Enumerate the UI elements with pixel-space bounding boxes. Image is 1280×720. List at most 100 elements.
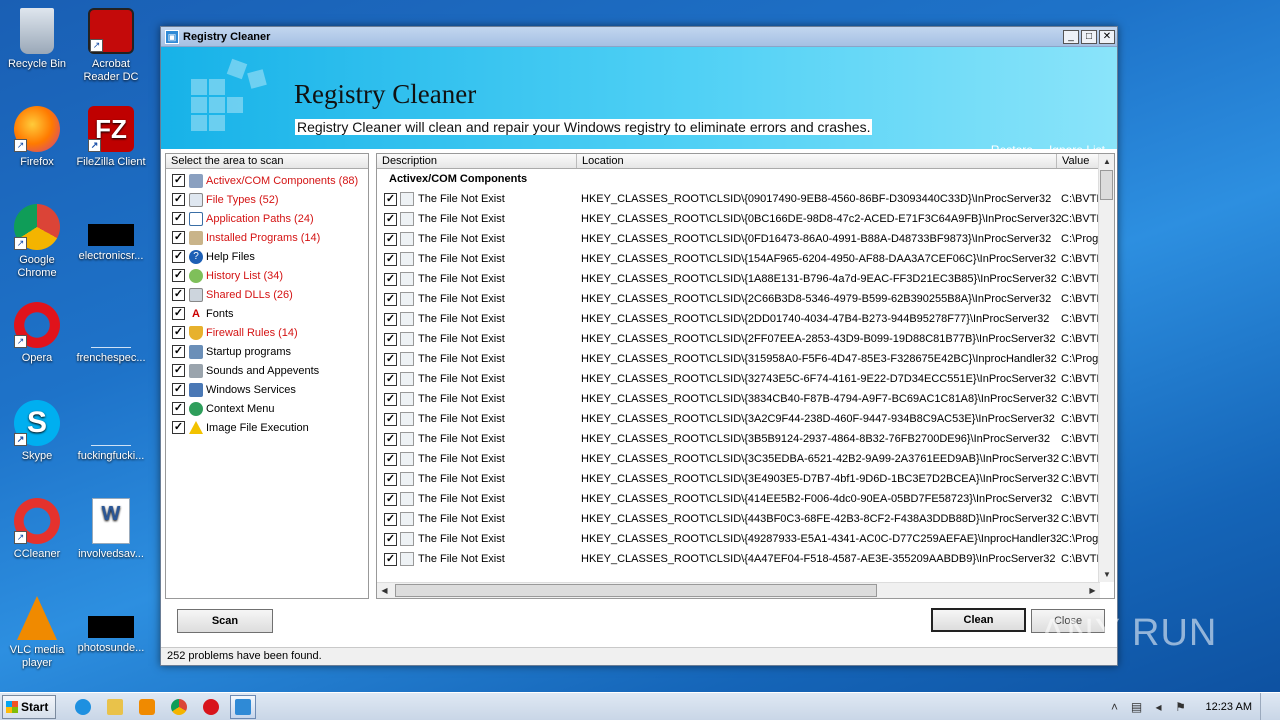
table-row[interactable]: ✓ The File Not Exist HKEY_CLASSES_ROOT\CLS…	[377, 209, 1114, 229]
table-row[interactable]: ✓ The File Not Exist HKEY_CLASSES_ROOT\CLS…	[377, 349, 1114, 369]
table-row[interactable]: ✓ The File Not Exist HKEY_CLASSES_ROOT\CLS…	[377, 309, 1114, 329]
row-checkbox[interactable]: ✓	[384, 272, 397, 286]
table-row[interactable]: ✓ The File Not Exist HKEY_CLASSES_ROOT\CLS…	[377, 449, 1114, 469]
desktop-icon-second-file[interactable]: fuckingfucki...	[74, 400, 148, 463]
table-row[interactable]: ✓ The File Not Exist HKEY_CLASSES_ROOT\CLS…	[377, 409, 1114, 429]
taskbar-explorer[interactable]	[102, 695, 128, 719]
checkbox-checked[interactable]: ✓	[172, 402, 185, 415]
scroll-right-arrow-icon[interactable]: ▶	[1085, 583, 1100, 598]
taskbar-ie[interactable]	[70, 695, 96, 719]
checkbox-checked[interactable]: ✓	[172, 174, 185, 187]
checkbox-checked[interactable]: ✓	[172, 421, 185, 434]
checkbox-checked[interactable]: ✓	[172, 326, 185, 339]
scan-area-item[interactable]: ✓ File Types (52)	[166, 190, 368, 209]
desktop-icon-electronics-file[interactable]: electronicsr...	[74, 204, 148, 263]
row-checkbox[interactable]: ✓	[384, 472, 397, 486]
table-row[interactable]: ✓ The File Not Exist HKEY_CLASSES_ROOT\CLS…	[377, 229, 1114, 249]
scroll-up-arrow-icon[interactable]: ▲	[1099, 154, 1114, 169]
table-row[interactable]: ✓ The File Not Exist HKEY_CLASSES_ROOT\CLS…	[377, 429, 1114, 449]
checkbox-checked[interactable]: ✓	[172, 307, 185, 320]
row-checkbox[interactable]: ✓	[384, 312, 397, 326]
minimize-button[interactable]: _	[1063, 29, 1079, 44]
desktop-icon-word-doc[interactable]: W involvedsav...	[74, 498, 148, 561]
row-checkbox[interactable]: ✓	[384, 252, 397, 266]
start-button[interactable]: Start	[2, 694, 56, 719]
column-header-value[interactable]: Value	[1057, 154, 1100, 168]
row-checkbox[interactable]: ✓	[384, 332, 397, 346]
scan-area-item[interactable]: ✓ A Fonts	[166, 304, 368, 323]
scan-area-item[interactable]: ✓? Help Files	[166, 247, 368, 266]
row-checkbox[interactable]: ✓	[384, 192, 397, 206]
desktop-icon-chrome[interactable]: ↗ Google Chrome	[0, 204, 74, 280]
scan-button[interactable]: Scan	[177, 609, 273, 633]
row-checkbox[interactable]: ✓	[384, 512, 397, 526]
row-checkbox[interactable]: ✓	[384, 412, 397, 426]
table-row[interactable]: ✓ The File Not Exist HKEY_CLASSES_ROOT\CLS…	[377, 469, 1114, 489]
desktop-icon-photos-file[interactable]: photosunde...	[74, 596, 148, 655]
table-row[interactable]: ✓ The File Not Exist HKEY_CLASSES_ROOT\CLS…	[377, 329, 1114, 349]
clean-button[interactable]: Clean	[931, 608, 1026, 632]
scan-area-item[interactable]: ✓ History List (34)	[166, 266, 368, 285]
table-row[interactable]: ✓ The File Not Exist HKEY_CLASSES_ROOT\CLS…	[377, 369, 1114, 389]
column-header-description[interactable]: Description	[377, 154, 577, 168]
show-desktop-button[interactable]	[1260, 693, 1270, 720]
row-checkbox[interactable]: ✓	[384, 552, 397, 566]
maximize-button[interactable]: □	[1081, 29, 1097, 44]
table-row[interactable]: ✓ The File Not Exist HKEY_CLASSES_ROOT\CLS…	[377, 549, 1114, 569]
scroll-thumb[interactable]	[395, 584, 877, 597]
taskbar-chrome[interactable]	[166, 695, 192, 719]
scan-area-item[interactable]: ✓ Firewall Rules (14)	[166, 323, 368, 342]
row-checkbox[interactable]: ✓	[384, 212, 397, 226]
scan-area-header[interactable]: Select the area to scan	[166, 154, 368, 169]
checkbox-checked[interactable]: ✓	[172, 269, 185, 282]
table-row[interactable]: ✓ The File Not Exist HKEY_CLASSES_ROOT\CLS…	[377, 269, 1114, 289]
desktop-icon-filezilla[interactable]: FZ ↗ FileZilla Client	[74, 106, 148, 169]
scan-area-item[interactable]: ✓ Sounds and Appevents	[166, 361, 368, 380]
checkbox-checked[interactable]: ✓	[172, 345, 185, 358]
checkbox-checked[interactable]: ✓	[172, 212, 185, 225]
scroll-left-arrow-icon[interactable]: ◀	[377, 583, 392, 598]
row-checkbox[interactable]: ✓	[384, 392, 397, 406]
table-row[interactable]: ✓ The File Not Exist HKEY_CLASSES_ROOT\CLS…	[377, 389, 1114, 409]
table-row[interactable]: ✓ The File Not Exist HKEY_CLASSES_ROOT\CLS…	[377, 509, 1114, 529]
checkbox-checked[interactable]: ✓	[172, 250, 185, 263]
table-row[interactable]: ✓ The File Not Exist HKEY_CLASSES_ROOT\CLS…	[377, 489, 1114, 509]
title-bar[interactable]: ▣ Registry Cleaner _ □ ✕	[161, 27, 1117, 47]
row-checkbox[interactable]: ✓	[384, 452, 397, 466]
desktop-icon-vlc[interactable]: VLC media player	[0, 596, 74, 670]
row-checkbox[interactable]: ✓	[384, 492, 397, 506]
horizontal-scrollbar[interactable]: ◀ ▶	[377, 582, 1100, 598]
row-checkbox[interactable]: ✓	[384, 352, 397, 366]
row-checkbox[interactable]: ✓	[384, 372, 397, 386]
scan-area-item[interactable]: ✓ Image File Execution	[166, 418, 368, 437]
taskbar-opera[interactable]	[198, 695, 224, 719]
desktop-icon-recycle-bin[interactable]: Recycle Bin	[0, 8, 74, 71]
network-icon[interactable]: ▤	[1130, 700, 1144, 714]
table-row[interactable]: ✓ The File Not Exist HKEY_CLASSES_ROOT\CLS…	[377, 249, 1114, 269]
checkbox-checked[interactable]: ✓	[172, 193, 185, 206]
scan-area-item[interactable]: ✓ Startup programs	[166, 342, 368, 361]
clock[interactable]: 12:23 AM	[1206, 701, 1252, 713]
scan-area-item[interactable]: ✓ Context Menu	[166, 399, 368, 418]
scan-area-item[interactable]: ✓ Activex/COM Components (88)	[166, 171, 368, 190]
desktop-icon-french-file[interactable]: frenchespec...	[74, 302, 148, 365]
row-checkbox[interactable]: ✓	[384, 232, 397, 246]
speaker-icon[interactable]: ◂	[1152, 700, 1166, 714]
table-row[interactable]: ✓ The File Not Exist HKEY_CLASSES_ROOT\CLS…	[377, 529, 1114, 549]
checkbox-checked[interactable]: ✓	[172, 288, 185, 301]
desktop-icon-acrobat[interactable]: ↗ Acrobat Reader DC	[74, 8, 148, 84]
column-header-location[interactable]: Location	[577, 154, 1057, 168]
scan-area-item[interactable]: ✓ Shared DLLs (26)	[166, 285, 368, 304]
row-checkbox[interactable]: ✓	[384, 432, 397, 446]
flag-icon[interactable]: ⚑	[1174, 700, 1188, 714]
checkbox-checked[interactable]: ✓	[172, 383, 185, 396]
vertical-scrollbar[interactable]: ▲ ▼	[1098, 154, 1114, 582]
taskbar-media-player[interactable]	[134, 695, 160, 719]
row-checkbox[interactable]: ✓	[384, 532, 397, 546]
close-window-button[interactable]: ✕	[1099, 29, 1115, 44]
scroll-thumb[interactable]	[1100, 170, 1113, 200]
table-row[interactable]: ✓ The File Not Exist HKEY_CLASSES_ROOT\CLS…	[377, 289, 1114, 309]
desktop-icon-firefox[interactable]: ↗ Firefox	[0, 106, 74, 169]
scan-area-item[interactable]: ✓ Application Paths (24)	[166, 209, 368, 228]
scroll-down-arrow-icon[interactable]: ▼	[1099, 567, 1114, 582]
